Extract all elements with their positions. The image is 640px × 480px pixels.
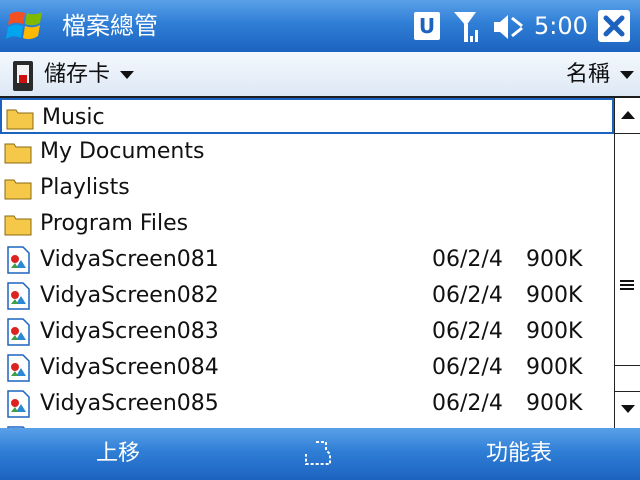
keyboard-icon[interactable]: [302, 438, 338, 470]
file-date: 06/2/4: [432, 283, 503, 308]
folder-icon: [4, 179, 32, 200]
file-name: Music: [42, 105, 105, 130]
folder-label: 儲存卡: [44, 62, 111, 87]
sort-label: 名稱: [565, 62, 610, 87]
sort-dropdown[interactable]: 名稱: [566, 58, 634, 92]
file-name: VidyaScreen083: [40, 319, 219, 344]
softkey-left-up-button[interactable]: 上移: [96, 438, 140, 470]
close-icon: [603, 15, 625, 37]
file-size: 900K: [526, 319, 583, 344]
list-item[interactable]: Program Files: [0, 206, 614, 242]
arrow-down-icon: [621, 405, 635, 413]
scroll-up-button[interactable]: [615, 98, 640, 134]
storage-card-icon: [13, 61, 33, 91]
file-date: 06/2/4: [432, 247, 503, 272]
arrow-up-icon: [621, 111, 635, 119]
file-list: Music My Documents Playlists Program Fil…: [0, 98, 614, 428]
softkey-right-menu-button[interactable]: 功能表: [486, 438, 552, 470]
windows-start-icon[interactable]: [6, 6, 48, 46]
file-size: 900K: [526, 247, 583, 272]
file-name: VidyaScreen081: [40, 247, 219, 272]
signal-icon[interactable]: [452, 10, 482, 44]
image-file-icon: [7, 282, 30, 310]
title-bar: 檔案總管 U 5:00: [0, 0, 640, 52]
vertical-scrollbar[interactable]: [614, 98, 640, 428]
scroll-track[interactable]: [615, 366, 640, 392]
folder-icon: [4, 215, 32, 236]
image-file-icon: [7, 354, 30, 382]
location-bar: 儲存卡 名稱: [0, 52, 640, 98]
image-file-icon: [7, 390, 30, 418]
folder-icon: [4, 143, 32, 164]
file-size: 900K: [526, 355, 583, 380]
file-date: 06/2/4: [432, 391, 503, 416]
file-date: 06/2/4: [432, 355, 503, 380]
list-item[interactable]: My Documents: [0, 134, 614, 170]
folder-dropdown[interactable]: 儲存卡: [44, 58, 135, 92]
scroll-down-button[interactable]: [615, 392, 640, 428]
volume-icon[interactable]: [492, 12, 526, 42]
list-item[interactable]: VidyaScreen085 06/2/4 900K: [0, 386, 614, 422]
list-item[interactable]: VidyaScreen082 06/2/4 900K: [0, 278, 614, 314]
folder-icon: [6, 109, 34, 130]
list-item[interactable]: VidyaScreen084 06/2/4 900K: [0, 350, 614, 386]
scroll-thumb[interactable]: [615, 134, 640, 366]
chevron-down-icon: [620, 71, 634, 79]
list-item[interactable]: VidyaScreen083 06/2/4 900K: [0, 314, 614, 350]
file-date: 06/2/4: [432, 319, 503, 344]
list-item[interactable]: Playlists: [0, 170, 614, 206]
softkey-bar: 上移 功能表: [0, 428, 640, 480]
file-name: VidyaScreen082: [40, 283, 219, 308]
list-item[interactable]: VidyaScreen081 06/2/4 900K: [0, 242, 614, 278]
list-item[interactable]: Music: [0, 98, 614, 134]
file-name: My Documents: [40, 139, 205, 164]
file-name: VidyaScreen085: [40, 391, 219, 416]
image-file-icon: [7, 246, 30, 274]
file-name: VidyaScreen084: [40, 355, 219, 380]
file-size: 900K: [526, 391, 583, 416]
close-button[interactable]: [598, 10, 630, 42]
file-size: 900K: [526, 283, 583, 308]
grip-icon: [620, 280, 634, 290]
clock[interactable]: 5:00: [534, 10, 588, 42]
image-file-icon: [7, 318, 30, 346]
chevron-down-icon: [120, 71, 135, 79]
u-icon[interactable]: U: [414, 12, 440, 40]
window-title: 檔案總管: [62, 12, 158, 40]
file-name: Playlists: [40, 175, 130, 200]
file-name: Program Files: [40, 211, 189, 236]
